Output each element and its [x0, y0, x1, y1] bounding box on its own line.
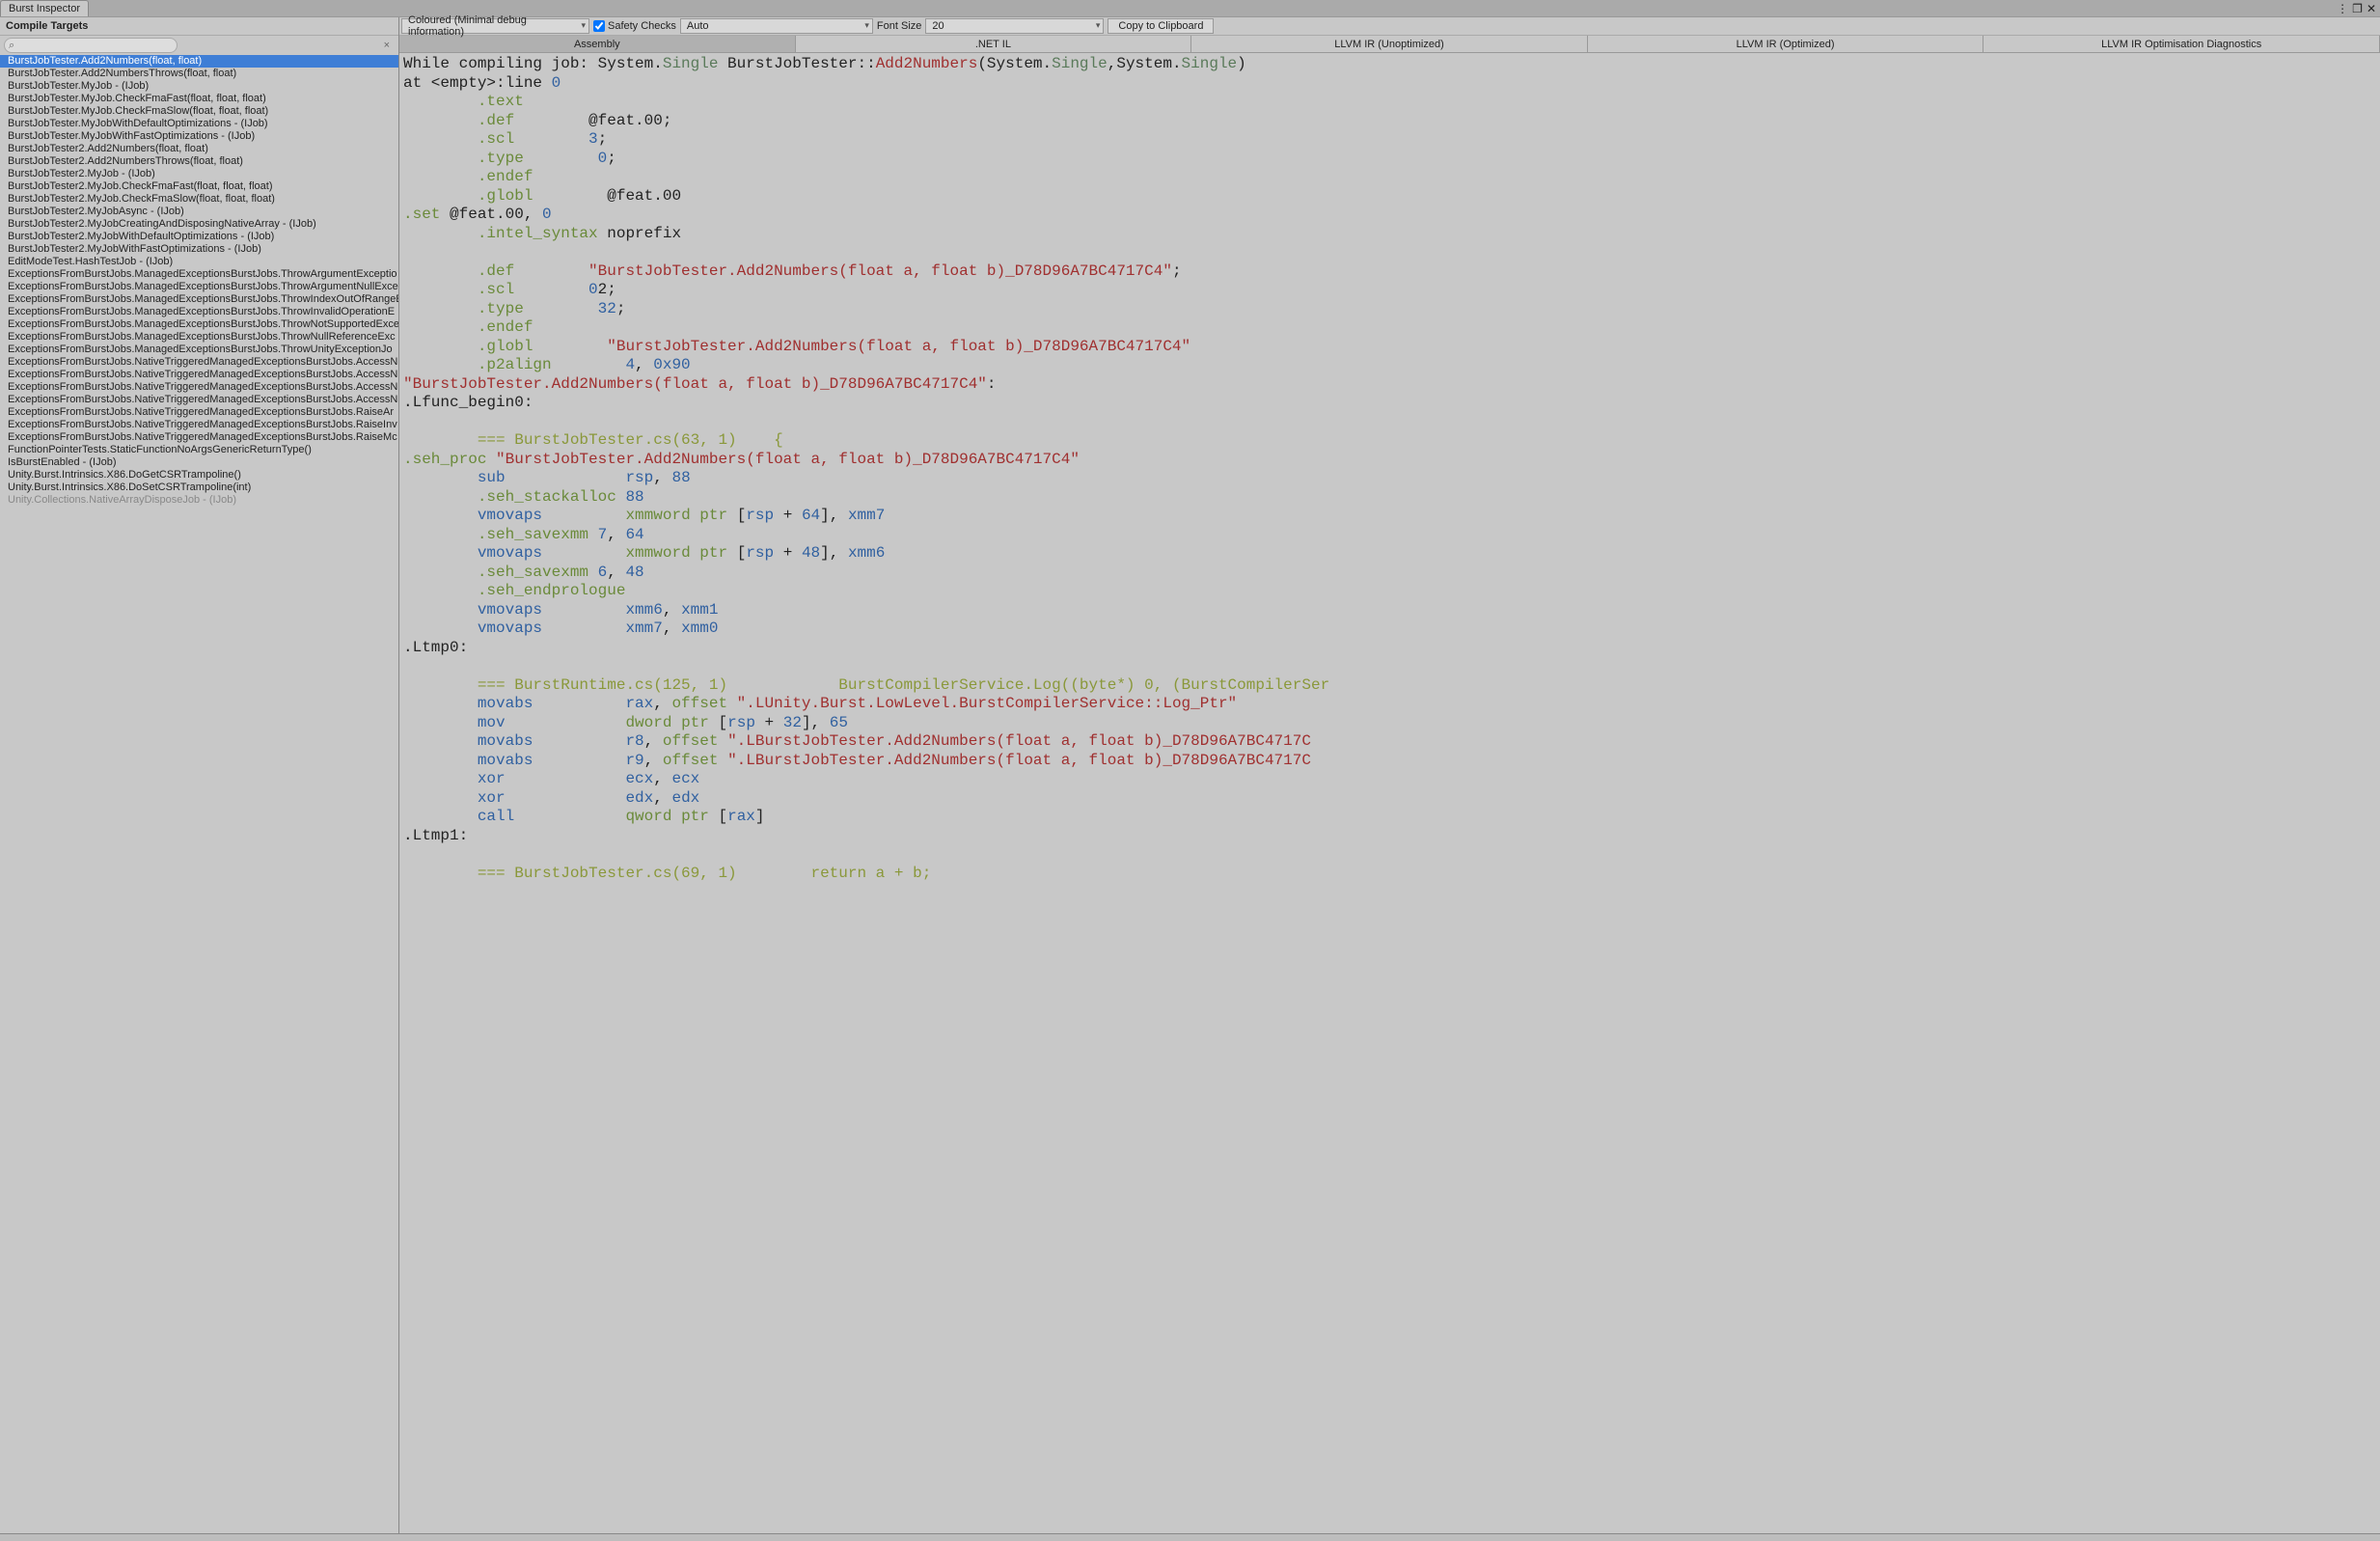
target-item[interactable]: BurstJobTester2.MyJob - (IJob)	[0, 168, 398, 180]
window-controls: ⋮ ❐ ✕	[2337, 0, 2380, 16]
font-size-label: Font Size	[877, 20, 921, 32]
target-item[interactable]: ExceptionsFromBurstJobs.ManagedException…	[0, 281, 398, 293]
status-bar	[0, 1533, 2380, 1541]
view-tabs: Assembly.NET ILLLVM IR (Unoptimized)LLVM…	[399, 36, 2380, 53]
target-item[interactable]: BurstJobTester.MyJob.CheckFmaSlow(float,…	[0, 105, 398, 118]
right-panel: Coloured (Minimal debug information) Saf…	[399, 17, 2380, 1533]
target-item[interactable]: BurstJobTester2.MyJobWithDefaultOptimiza…	[0, 231, 398, 243]
window-tab[interactable]: Burst Inspector	[0, 0, 89, 16]
target-item[interactable]: ExceptionsFromBurstJobs.NativeTriggeredM…	[0, 394, 398, 406]
safety-checks-toggle[interactable]: Safety Checks	[593, 20, 676, 32]
target-item[interactable]: ExceptionsFromBurstJobs.ManagedException…	[0, 331, 398, 344]
target-item[interactable]: ExceptionsFromBurstJobs.ManagedException…	[0, 344, 398, 356]
view-tab[interactable]: Assembly	[399, 36, 796, 52]
search-icon: ⌕	[9, 40, 14, 52]
target-item[interactable]: ExceptionsFromBurstJobs.NativeTriggeredM…	[0, 406, 398, 419]
target-list[interactable]: BurstJobTester.Add2Numbers(float, float)…	[0, 55, 398, 1533]
view-tab[interactable]: LLVM IR (Optimized)	[1588, 36, 1984, 52]
target-item[interactable]: Unity.Collections.NativeArrayDisposeJob …	[0, 494, 398, 507]
menu-icon[interactable]: ⋮	[2337, 2, 2348, 15]
target-item[interactable]: BurstJobTester2.MyJobAsync - (IJob)	[0, 206, 398, 218]
assembly-code-view[interactable]: While compiling job: System.Single Burst…	[399, 53, 2380, 1533]
target-item[interactable]: BurstJobTester2.MyJobCreatingAndDisposin…	[0, 218, 398, 231]
clear-search-icon[interactable]: ×	[384, 40, 390, 51]
close-icon[interactable]: ✕	[2366, 2, 2376, 15]
target-item[interactable]: Unity.Burst.Intrinsics.X86.DoGetCSRTramp…	[0, 469, 398, 482]
target-item[interactable]: ExceptionsFromBurstJobs.ManagedException…	[0, 306, 398, 318]
view-tab[interactable]: .NET IL	[796, 36, 1192, 52]
target-item[interactable]: ExceptionsFromBurstJobs.ManagedException…	[0, 293, 398, 306]
copy-to-clipboard-button[interactable]: Copy to Clipboard	[1108, 18, 1214, 34]
target-item[interactable]: Unity.Burst.Intrinsics.X86.DoSetCSRTramp…	[0, 482, 398, 494]
target-item[interactable]: ExceptionsFromBurstJobs.ManagedException…	[0, 268, 398, 281]
target-item[interactable]: BurstJobTester2.MyJob.CheckFmaSlow(float…	[0, 193, 398, 206]
target-item[interactable]: BurstJobTester.MyJobWithFastOptimization…	[0, 130, 398, 143]
target-item[interactable]: ExceptionsFromBurstJobs.NativeTriggeredM…	[0, 419, 398, 431]
target-item[interactable]: EditModeTest.HashTestJob - (IJob)	[0, 256, 398, 268]
title-bar: Burst Inspector ⋮ ❐ ✕	[0, 0, 2380, 17]
target-item[interactable]: BurstJobTester.Add2NumbersThrows(float, …	[0, 68, 398, 80]
restore-icon[interactable]: ❐	[2352, 2, 2363, 15]
target-item[interactable]: ExceptionsFromBurstJobs.NativeTriggeredM…	[0, 369, 398, 381]
target-item[interactable]: BurstJobTester2.MyJob.CheckFmaFast(float…	[0, 180, 398, 193]
target-item[interactable]: ExceptionsFromBurstJobs.NativeTriggeredM…	[0, 431, 398, 444]
target-item[interactable]: BurstJobTester.MyJob.CheckFmaFast(float,…	[0, 93, 398, 105]
target-item[interactable]: FunctionPointerTests.StaticFunctionNoArg…	[0, 444, 398, 456]
target-item[interactable]: BurstJobTester2.Add2NumbersThrows(float,…	[0, 155, 398, 168]
target-item[interactable]: ExceptionsFromBurstJobs.ManagedException…	[0, 318, 398, 331]
compile-targets-header: Compile Targets	[0, 17, 398, 36]
target-dropdown[interactable]: Auto	[680, 18, 873, 34]
toolbar: Coloured (Minimal debug information) Saf…	[399, 17, 2380, 36]
tab-title: Burst Inspector	[9, 3, 80, 14]
target-item[interactable]: BurstJobTester.MyJob - (IJob)	[0, 80, 398, 93]
search-input[interactable]	[4, 38, 178, 53]
font-size-dropdown[interactable]: 20	[925, 18, 1104, 34]
compile-targets-panel: Compile Targets ⌕ × BurstJobTester.Add2N…	[0, 17, 399, 1533]
view-tab[interactable]: LLVM IR (Unoptimized)	[1191, 36, 1588, 52]
colour-mode-dropdown[interactable]: Coloured (Minimal debug information)	[401, 18, 589, 34]
target-item[interactable]: BurstJobTester.Add2Numbers(float, float)	[0, 55, 398, 68]
target-item[interactable]: BurstJobTester2.Add2Numbers(float, float…	[0, 143, 398, 155]
target-item[interactable]: BurstJobTester.MyJobWithDefaultOptimizat…	[0, 118, 398, 130]
target-item[interactable]: ExceptionsFromBurstJobs.NativeTriggeredM…	[0, 381, 398, 394]
safety-checks-checkbox[interactable]	[593, 20, 605, 32]
view-tab[interactable]: LLVM IR Optimisation Diagnostics	[1983, 36, 2380, 52]
target-item[interactable]: BurstJobTester2.MyJobWithFastOptimizatio…	[0, 243, 398, 256]
target-item[interactable]: ExceptionsFromBurstJobs.NativeTriggeredM…	[0, 356, 398, 369]
target-item[interactable]: IsBurstEnabled - (IJob)	[0, 456, 398, 469]
